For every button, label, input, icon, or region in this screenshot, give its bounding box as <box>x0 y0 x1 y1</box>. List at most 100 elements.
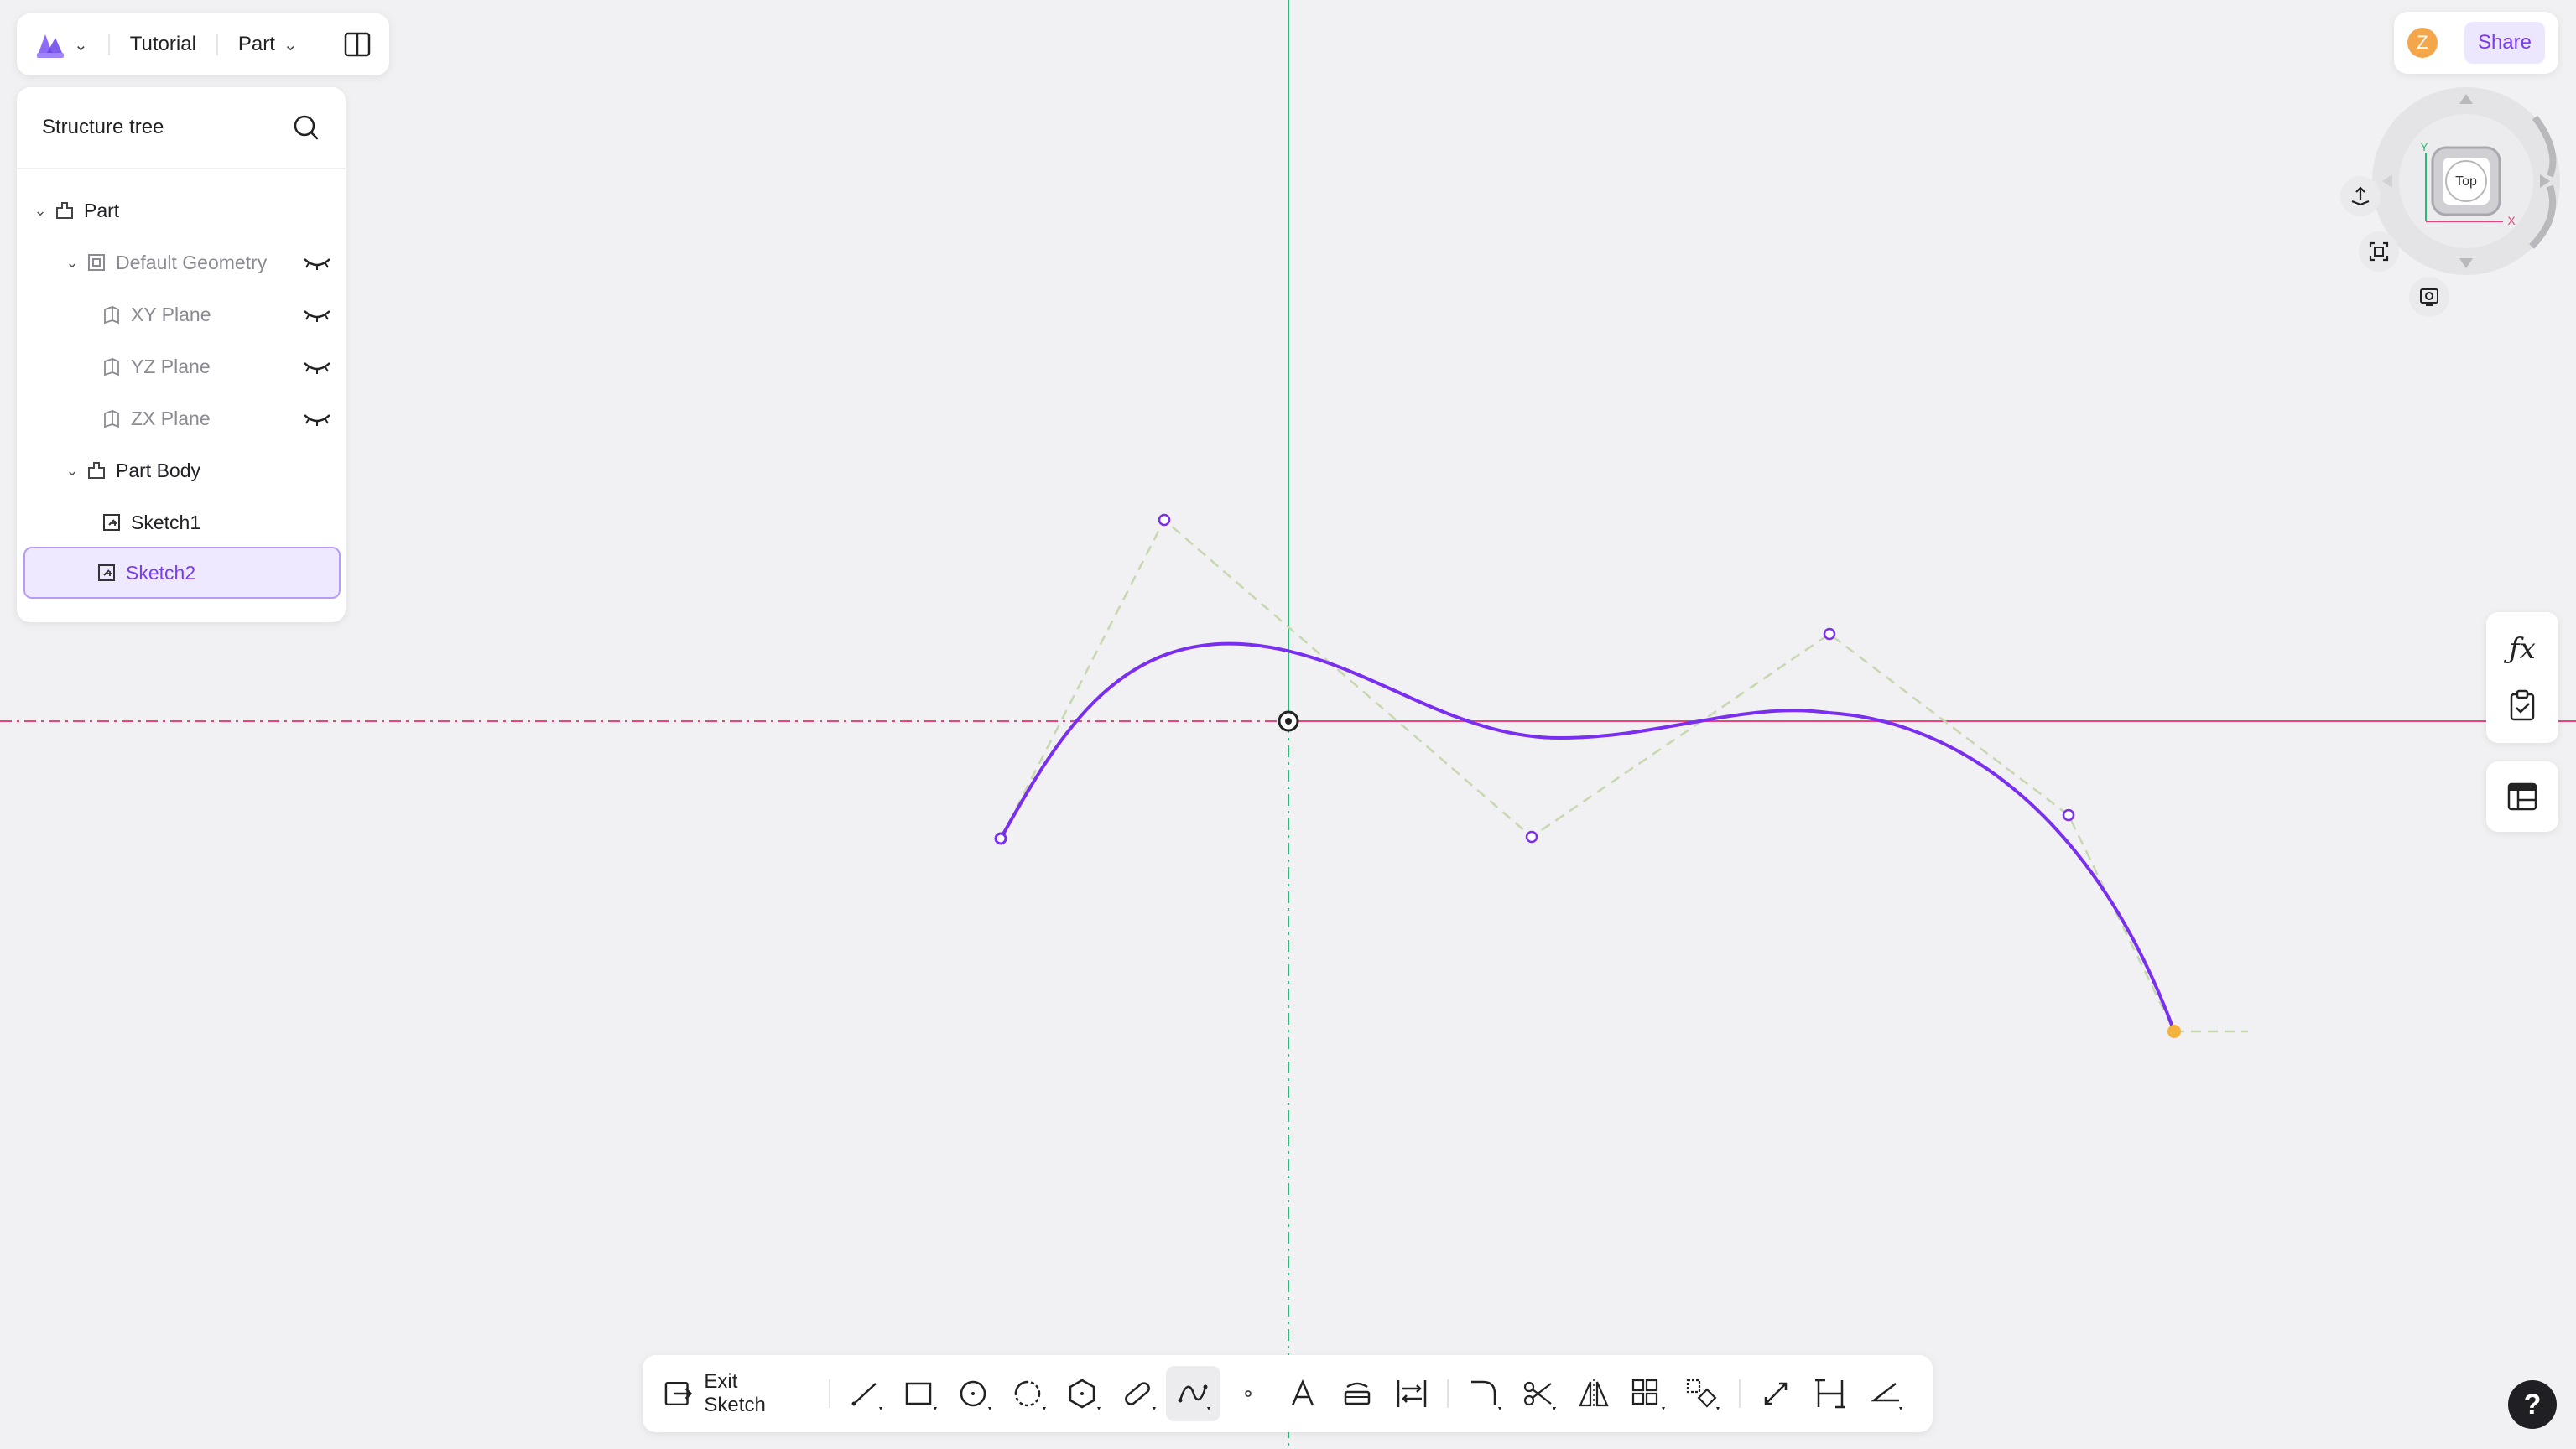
chevron-down-icon[interactable]: ⌄ <box>62 254 82 272</box>
divider <box>1447 1379 1449 1408</box>
top-bar: ⌄ Tutorial Part ⌄ <box>17 13 389 75</box>
arc-tool[interactable] <box>1002 1366 1057 1421</box>
tree-item-part[interactable]: ⌄ Part <box>30 184 332 236</box>
screenshot-view-button[interactable] <box>2409 277 2449 317</box>
right-table-panel <box>2486 761 2558 832</box>
chevron-down-icon[interactable]: ⌄ <box>30 202 50 220</box>
right-tools-panel: ƒx <box>2486 612 2558 743</box>
camera-view-icon <box>2420 288 2438 306</box>
tree-item-label: Part <box>84 199 120 221</box>
project-tool-icon <box>1344 1382 1371 1405</box>
tree-item-label: YZ Plane <box>131 355 211 377</box>
convert-tool[interactable] <box>1384 1366 1439 1421</box>
spline-endpoint-active[interactable] <box>2167 1025 2181 1038</box>
arc-tool-icon <box>1015 1380 1047 1410</box>
constraint-tool[interactable] <box>1803 1366 1858 1421</box>
eye-closed-icon[interactable] <box>302 410 332 427</box>
origin-dot <box>1285 718 1292 724</box>
avatar[interactable]: Z <box>2407 28 2438 58</box>
line-tool-icon <box>851 1383 883 1410</box>
share-button[interactable]: Share <box>2464 22 2545 64</box>
tree-item-sketch2[interactable]: Sketch2 <box>23 547 341 599</box>
dimension-tool[interactable] <box>1749 1366 1803 1421</box>
rectangle-tool-icon <box>905 1382 938 1410</box>
app-menu-button[interactable]: ⌄ <box>34 28 88 61</box>
part-icon <box>56 202 73 219</box>
project-tool[interactable] <box>1330 1366 1384 1421</box>
transform-tool-icon <box>1687 1379 1720 1410</box>
table-button[interactable] <box>2486 768 2558 825</box>
tree-item-label: XY Plane <box>131 303 211 325</box>
table-icon <box>2507 782 2537 811</box>
divider <box>107 34 110 55</box>
control-point[interactable] <box>1823 627 1836 641</box>
help-button[interactable]: ? <box>2508 1380 2557 1429</box>
grid-pattern-icon <box>1632 1379 1666 1410</box>
rectangle-tool[interactable] <box>893 1366 948 1421</box>
plane-icon <box>104 357 119 377</box>
dimension-tool-icon <box>1765 1382 1788 1405</box>
tree-title: Structure tree <box>42 116 164 138</box>
control-point[interactable] <box>2062 808 2075 822</box>
tree-item-zx-plane[interactable]: ZX Plane <box>97 392 344 444</box>
chevron-down-icon[interactable]: ⌄ <box>62 462 82 480</box>
tree-item-yz-plane[interactable]: YZ Plane <box>97 340 344 392</box>
trim-tool[interactable] <box>1512 1366 1567 1421</box>
mirror-tool[interactable] <box>1567 1366 1621 1421</box>
tree-item-xy-plane[interactable]: XY Plane <box>97 288 344 340</box>
tree-item-default-geometry[interactable]: ⌄ Default Geometry <box>62 236 344 288</box>
part-body-icon <box>88 462 105 479</box>
pattern-tool[interactable] <box>1621 1366 1676 1421</box>
view-cube-face-label[interactable]: Top <box>2455 174 2477 189</box>
eye-closed-icon[interactable] <box>302 306 332 323</box>
sketch-icon <box>103 514 120 531</box>
divider <box>216 34 218 55</box>
polygon-tool-icon <box>1069 1379 1101 1410</box>
checklist-button[interactable] <box>2486 678 2558 735</box>
point-tool[interactable] <box>1220 1366 1275 1421</box>
constraint-tool-icon <box>1815 1379 1846 1409</box>
fit-view-button[interactable] <box>2359 231 2399 272</box>
exit-sketch-button[interactable]: Exit Sketch <box>663 1370 820 1417</box>
fillet-tool[interactable] <box>1457 1366 1512 1421</box>
geometry-folder-icon <box>88 254 105 271</box>
sketch-icon <box>98 564 115 581</box>
spline-tool[interactable] <box>1166 1366 1221 1421</box>
eye-closed-icon[interactable] <box>302 358 332 375</box>
tree-item-part-body[interactable]: ⌄ Part Body <box>62 444 344 496</box>
circle-tool[interactable] <box>948 1366 1002 1421</box>
slot-tool[interactable] <box>1111 1366 1166 1421</box>
chevron-down-icon: ⌄ <box>283 35 298 55</box>
control-point[interactable] <box>1158 513 1171 527</box>
sketch-canvas[interactable] <box>0 0 2576 1449</box>
split-panel-icon[interactable] <box>342 29 372 60</box>
scissors-icon <box>1523 1381 1557 1410</box>
divider <box>1738 1379 1741 1408</box>
exit-sketch-icon <box>664 1381 693 1406</box>
control-point[interactable] <box>994 832 1007 845</box>
eye-closed-icon[interactable] <box>302 254 332 271</box>
spline-tool-icon <box>1178 1384 1210 1410</box>
mode-dropdown[interactable]: Part ⌄ <box>238 33 298 56</box>
polygon-tool[interactable] <box>1057 1366 1111 1421</box>
tree-item-label: ZX Plane <box>131 407 211 429</box>
point-tool-icon <box>1244 1390 1252 1397</box>
app-logo-icon <box>37 34 64 58</box>
control-point[interactable] <box>1525 830 1538 844</box>
tree-item-label: Default Geometry <box>116 251 268 273</box>
transform-tool[interactable] <box>1676 1366 1730 1421</box>
fx-icon: ƒx <box>2509 632 2536 666</box>
text-tool[interactable] <box>1275 1366 1330 1421</box>
tree-item-sketch1[interactable]: Sketch1 <box>97 496 344 548</box>
formula-button[interactable]: ƒx <box>2486 621 2558 678</box>
home-view-button[interactable] <box>2340 176 2381 216</box>
spline-curve[interactable] <box>999 641 2176 1032</box>
search-icon[interactable] <box>292 113 320 142</box>
project-name[interactable]: Tutorial <box>130 33 196 56</box>
structure-tree-panel: Structure tree ⌄ Part ⌄ Default Geometry <box>17 87 346 622</box>
convert-tool-icon <box>1397 1380 1427 1407</box>
tree-item-label: Sketch2 <box>126 561 196 584</box>
line-tool[interactable] <box>839 1366 893 1421</box>
angle-constraint-tool[interactable] <box>1858 1366 1912 1421</box>
plane-icon <box>104 409 119 428</box>
